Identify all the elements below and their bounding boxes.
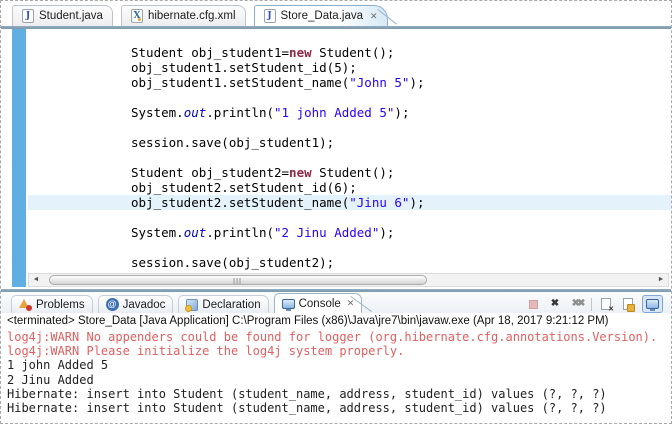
editor-area: Student obj_student1=new Student(); obj_s…	[1, 29, 671, 287]
console-line: Hibernate: insert into Student (student_…	[7, 401, 607, 416]
code-line[interactable]: obj_student2.setStudent_name("Jinu 6");	[28, 195, 671, 210]
code-token: "2 Jinu Added"	[274, 225, 380, 240]
tab-swoosh	[376, 9, 397, 25]
code-token: obj_student2.setStudent_id(6);	[131, 180, 357, 195]
view-tab-label: Problems	[36, 298, 85, 311]
code-token: Student obj_student1=	[131, 45, 290, 60]
view-tab-javadoc[interactable]: @ Javadoc	[97, 295, 174, 313]
code-token: Student();	[311, 45, 395, 60]
code-token: new	[289, 45, 312, 60]
code-line[interactable]: obj_student1.setStudent_name("John 5");	[28, 75, 671, 90]
code-line[interactable]	[28, 240, 671, 255]
code-line[interactable]	[28, 150, 671, 165]
code-token: out	[183, 225, 207, 240]
terminate-icon	[528, 299, 538, 309]
code-line[interactable]: System.out.println("2 Jinu Added");	[28, 225, 671, 240]
code-line[interactable]	[28, 90, 671, 105]
scroll-right-icon[interactable]: ►	[654, 274, 668, 286]
clear-console-icon	[601, 298, 614, 313]
code-token: );	[409, 195, 425, 210]
code-token: "John 5"	[349, 75, 410, 90]
terminate-button[interactable]	[525, 296, 541, 312]
bottom-view-tab-bar: Problems @ Javadoc Declaration Console ✕ ✖ ✖✖	[1, 292, 671, 313]
code-token: new	[289, 165, 312, 180]
code-line[interactable]: session.save(obj_student1);	[28, 135, 671, 150]
console-header: <terminated> Store_Data [Java Applicatio…	[1, 313, 671, 328]
code-token: Student();	[311, 165, 395, 180]
scroll-lock-button[interactable]	[620, 296, 636, 312]
console-icon	[281, 298, 295, 311]
code-token: .println(	[206, 225, 274, 240]
view-tab-label: Declaration	[202, 298, 261, 311]
view-tab-declaration[interactable]: Declaration	[178, 295, 269, 313]
editor-tab-label: hibernate.cfg.xml	[147, 10, 236, 22]
code-token: obj_student1.setStudent_name(	[131, 75, 350, 90]
view-tab-label: Console	[298, 297, 341, 310]
scrollbar-thumb[interactable]	[49, 275, 427, 285]
console-line: log4j:WARN Please initialize the log4j s…	[7, 344, 405, 359]
horizontal-scrollbar[interactable]: ◄ ►	[28, 273, 669, 287]
pin-console-icon	[646, 299, 659, 311]
code-line[interactable]: System.out.println("1 john Added 5");	[28, 105, 671, 120]
code-line[interactable]: Student obj_student2=new Student();	[28, 165, 671, 180]
console-line: log4j:WARN No appenders could be found f…	[7, 330, 658, 344]
code-token: out	[183, 105, 207, 120]
code-line[interactable]	[28, 120, 671, 135]
view-tab-problems[interactable]: Problems	[11, 295, 93, 313]
code-token: "Jinu 6"	[349, 195, 410, 210]
code-token: session.save(obj_student1);	[131, 135, 335, 150]
clear-console-button[interactable]	[598, 296, 614, 313]
code-token: Student obj_student2=	[131, 165, 290, 180]
console-line: 2 Jinu Added	[7, 372, 94, 387]
close-icon[interactable]: ✕	[370, 11, 378, 22]
editor-vertical-ruler[interactable]	[12, 29, 26, 287]
remove-all-terminated-icon: ✖✖	[571, 298, 586, 309]
code-area[interactable]: Student obj_student1=new Student(); obj_s…	[28, 29, 671, 273]
toolbar-separator	[591, 297, 592, 311]
editor-tab-student-java[interactable]: J Student.java	[12, 5, 113, 26]
editor-tab-hibernate-cfg-xml[interactable]: Xhibernate.cfg.xml	[120, 5, 246, 26]
code-line[interactable]: session.save(obj_student2);	[28, 255, 671, 270]
code-line[interactable]: obj_student1.setStudent_id(5);	[28, 60, 671, 75]
scroll-lock-icon	[623, 298, 635, 312]
editor-tab-bar: J Student.java Xhibernate.cfg.xml J Store_Da…	[1, 1, 671, 26]
xml-file-icon: X	[130, 9, 143, 23]
console-line: 1 john Added 5	[7, 358, 109, 373]
javadoc-icon: @	[105, 298, 119, 311]
code-token: System.	[131, 225, 184, 240]
declaration-icon	[185, 298, 199, 312]
code-token: "1 john Added 5"	[274, 105, 395, 120]
code-line[interactable]	[28, 210, 671, 225]
code-token: .println(	[206, 105, 274, 120]
editor-tab-label: Student.java	[39, 10, 103, 22]
view-tab-console[interactable]: Console ✕	[273, 293, 373, 313]
remove-launch-icon: ✖	[550, 298, 560, 309]
code-line[interactable]: obj_student2.setStudent_id(6);	[28, 180, 671, 195]
java-file-icon: J	[263, 9, 276, 23]
console-output: log4j:WARN No appenders could be found f…	[1, 328, 671, 415]
code-token: );	[379, 225, 395, 240]
remove-all-terminated-button[interactable]: ✖✖	[569, 296, 586, 312]
console-toolbar: ✖ ✖✖	[525, 295, 663, 313]
eclipse-window: J Student.java Xhibernate.cfg.xml J Store_Da…	[0, 0, 672, 424]
console-line: Hibernate: insert into Student (student_…	[7, 386, 607, 401]
problems-icon	[19, 298, 32, 311]
scrollbar-grip-icon	[233, 278, 243, 284]
code-token: obj_student2.setStudent_name(	[131, 195, 350, 210]
editor-tab-store-data-java[interactable]: J Store_Data.java ✕	[253, 5, 397, 26]
code-token: System.	[131, 105, 184, 120]
pin-console-button[interactable]	[642, 295, 663, 313]
remove-launch-button[interactable]: ✖	[547, 296, 563, 312]
code-token: );	[394, 105, 410, 120]
code-token: );	[409, 75, 425, 90]
code-line[interactable]: Student obj_student1=new Student();	[28, 45, 671, 60]
code-token: session.save(obj_student2);	[131, 255, 335, 270]
scroll-left-icon[interactable]: ◄	[29, 274, 43, 286]
close-icon[interactable]: ✕	[347, 298, 355, 309]
view-tab-label: Javadoc	[122, 298, 166, 311]
code-token: obj_student1.setStudent_id(5);	[131, 60, 357, 75]
editor-tab-label: Store_Data.java	[280, 10, 363, 22]
java-file-icon: J	[22, 9, 34, 23]
scrollbar-track[interactable]	[43, 274, 654, 286]
